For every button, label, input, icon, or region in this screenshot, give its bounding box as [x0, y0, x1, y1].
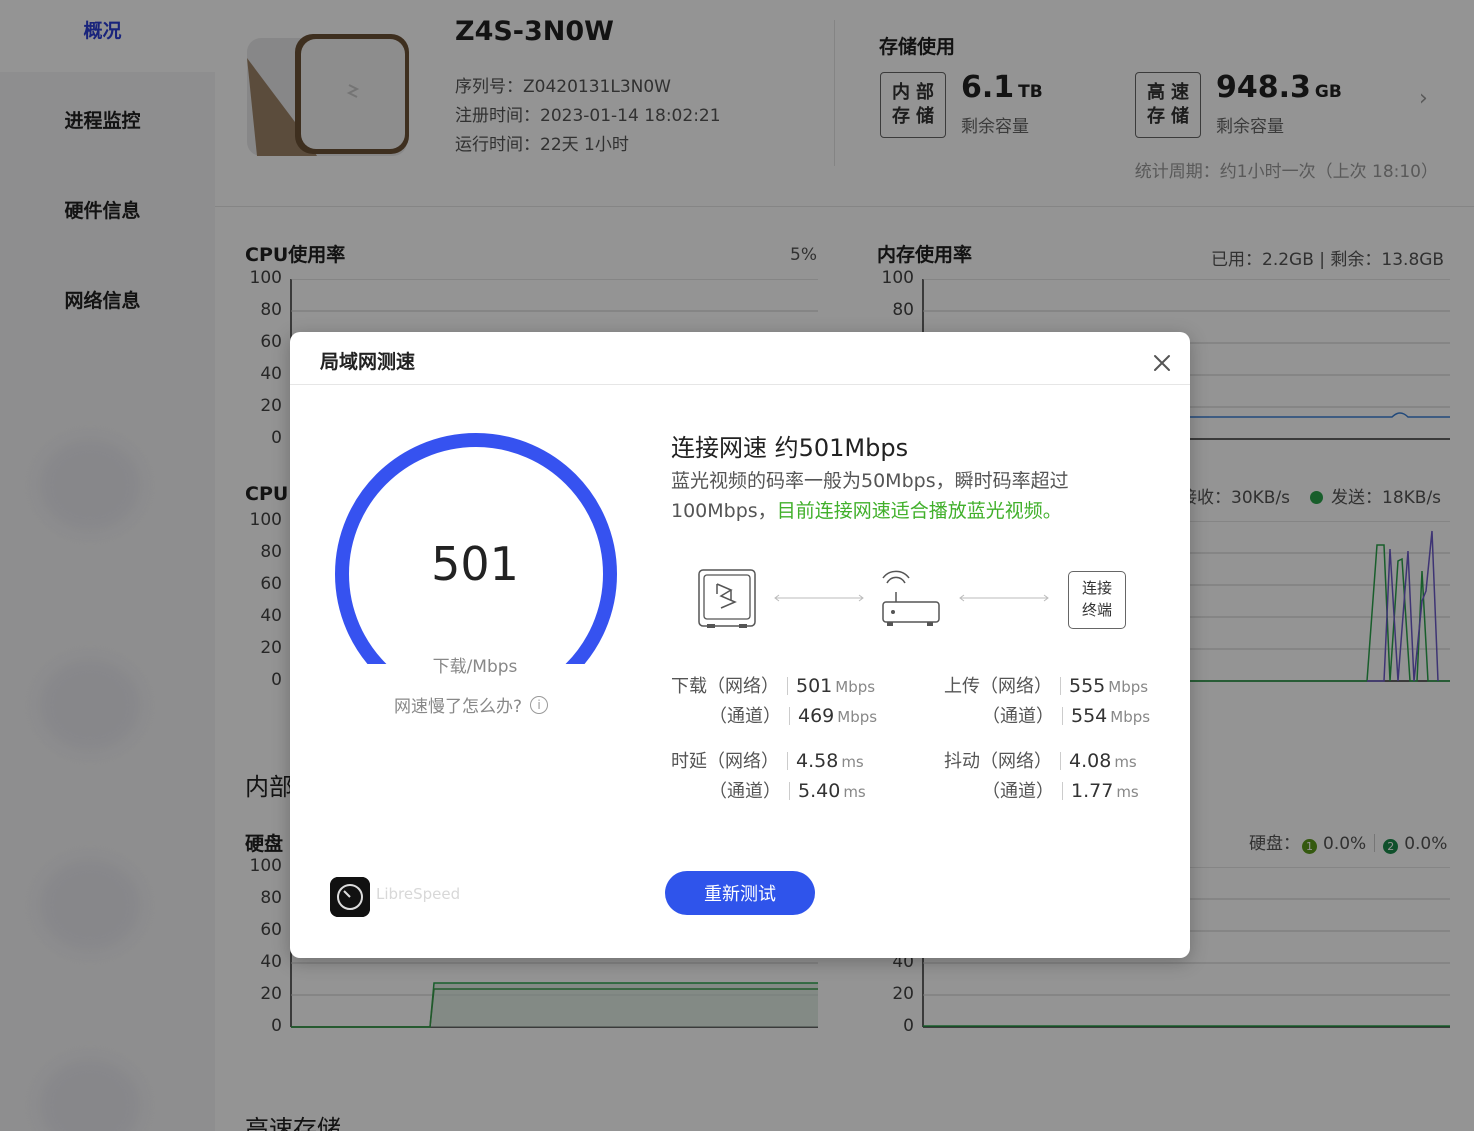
metric-value: 469	[798, 705, 835, 727]
metric-value: 1.77	[1071, 780, 1114, 802]
modal-divider	[290, 384, 1190, 385]
connection-arrow	[774, 594, 864, 602]
metric-label: 抖动（网络）	[944, 751, 1052, 772]
latency-channel-metric: （通道） 5.40 ms	[709, 777, 866, 803]
metric-unit: Mbps	[1108, 678, 1149, 696]
metric-label: 时延（网络）	[671, 751, 779, 772]
retest-button[interactable]: 重新测试	[665, 871, 815, 915]
slow-speed-help-link[interactable]: 网速慢了怎么办? i	[394, 692, 549, 717]
jitter-network-metric: 抖动（网络） 4.08 ms	[944, 747, 1137, 773]
terminal-label: 终端	[1081, 601, 1112, 619]
metric-label: 上传（网络）	[944, 676, 1052, 697]
desc-highlight: 目前连接网速适合播放蓝光视频。	[776, 500, 1062, 522]
download-network-metric: 下载（网络） 501 Mbps	[671, 672, 875, 698]
metric-value: 554	[1071, 705, 1108, 727]
metric-unit: Mbps	[1110, 708, 1151, 726]
librespeed-label: LibreSpeed	[376, 885, 461, 903]
metric-unit: ms	[843, 783, 866, 801]
connection-arrow	[959, 594, 1049, 602]
metric-unit: ms	[841, 753, 864, 771]
metric-value: 5.40	[798, 780, 841, 802]
metric-unit: ms	[1116, 783, 1139, 801]
latency-network-metric: 时延（网络） 4.58 ms	[671, 747, 864, 773]
metric-label: 下载（网络）	[671, 676, 779, 697]
upload-network-metric: 上传（网络） 555 Mbps	[944, 672, 1148, 698]
metric-value: 555	[1069, 675, 1106, 697]
metric-label: （通道）	[982, 781, 1054, 802]
metric-value: 4.58	[796, 750, 839, 772]
help-text: 网速慢了怎么办?	[394, 697, 523, 717]
download-channel-metric: （通道） 469 Mbps	[709, 702, 877, 728]
metric-unit: ms	[1114, 753, 1137, 771]
metric-unit: Mbps	[837, 708, 878, 726]
metric-unit: Mbps	[835, 678, 876, 696]
librespeed-logo-icon	[330, 877, 370, 917]
metric-value: 4.08	[1069, 750, 1112, 772]
terminal-icon: 连接 终端	[1068, 571, 1126, 629]
terminal-label: 连接	[1081, 579, 1112, 597]
router-icon	[882, 570, 940, 626]
lan-speedtest-modal: 局域网测速 501 下载/Mbps 网速慢了怎么办? i 连接网速 约501Mb…	[290, 332, 1190, 958]
metric-value: 501	[796, 675, 833, 697]
result-headline: 连接网速 约501Mbps	[671, 434, 909, 462]
upload-channel-metric: （通道） 554 Mbps	[982, 702, 1150, 728]
metric-label: （通道）	[982, 706, 1054, 727]
modal-title: 局域网测速	[320, 351, 416, 373]
result-description: 蓝光视频的码率一般为50Mbps，瞬时码率超过100Mbps，目前连接网速适合播…	[671, 466, 1111, 526]
info-icon: i	[530, 695, 549, 714]
close-icon[interactable]	[1151, 352, 1173, 374]
metric-label: （通道）	[709, 781, 781, 802]
gauge-unit: 下载/Mbps	[432, 657, 518, 677]
jitter-channel-metric: （通道） 1.77 ms	[982, 777, 1139, 803]
metric-label: （通道）	[709, 706, 781, 727]
nas-device-icon	[698, 569, 756, 628]
gauge-value: 501	[431, 537, 519, 591]
